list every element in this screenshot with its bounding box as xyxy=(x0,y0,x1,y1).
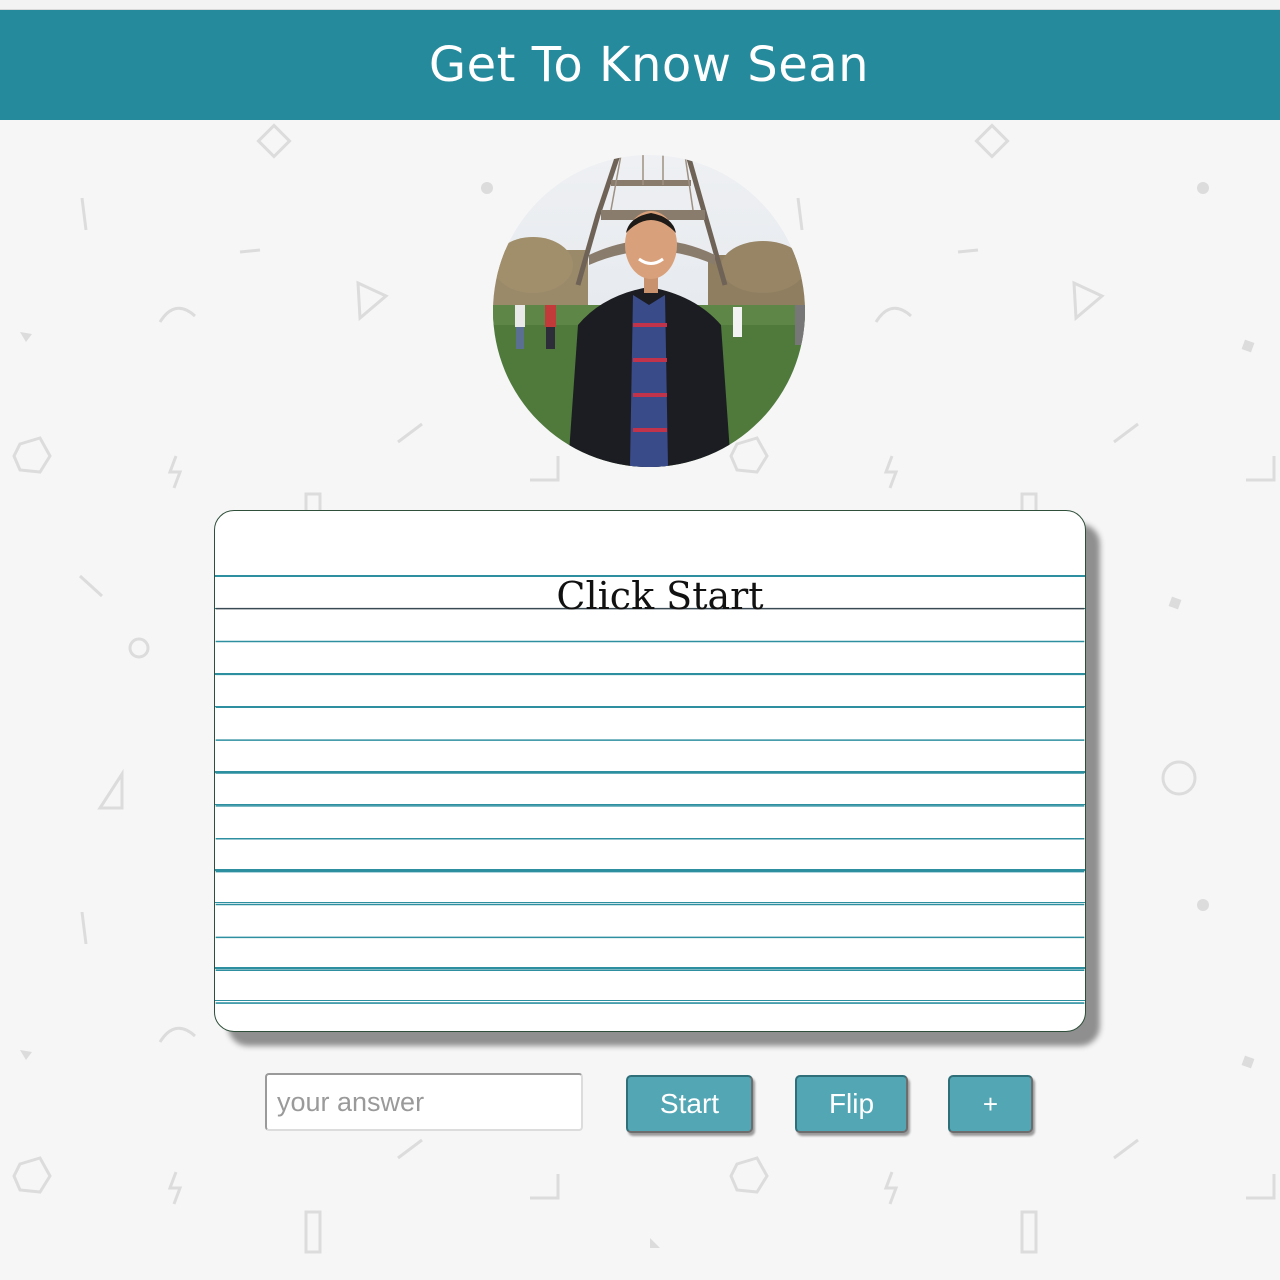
answer-input[interactable] xyxy=(265,1073,583,1131)
start-button[interactable]: Start xyxy=(626,1075,753,1133)
eiffel-tower-photo-icon xyxy=(493,155,805,467)
page-title: Get To Know Sean xyxy=(428,37,870,93)
top-border xyxy=(0,0,1280,10)
profile-photo xyxy=(493,155,805,467)
controls-bar: Start Flip + xyxy=(0,1073,1280,1135)
add-button[interactable]: + xyxy=(948,1075,1033,1133)
flip-button[interactable]: Flip xyxy=(795,1075,908,1133)
card-text: Click Start xyxy=(556,574,764,618)
page-header: Get To Know Sean xyxy=(0,10,1280,120)
